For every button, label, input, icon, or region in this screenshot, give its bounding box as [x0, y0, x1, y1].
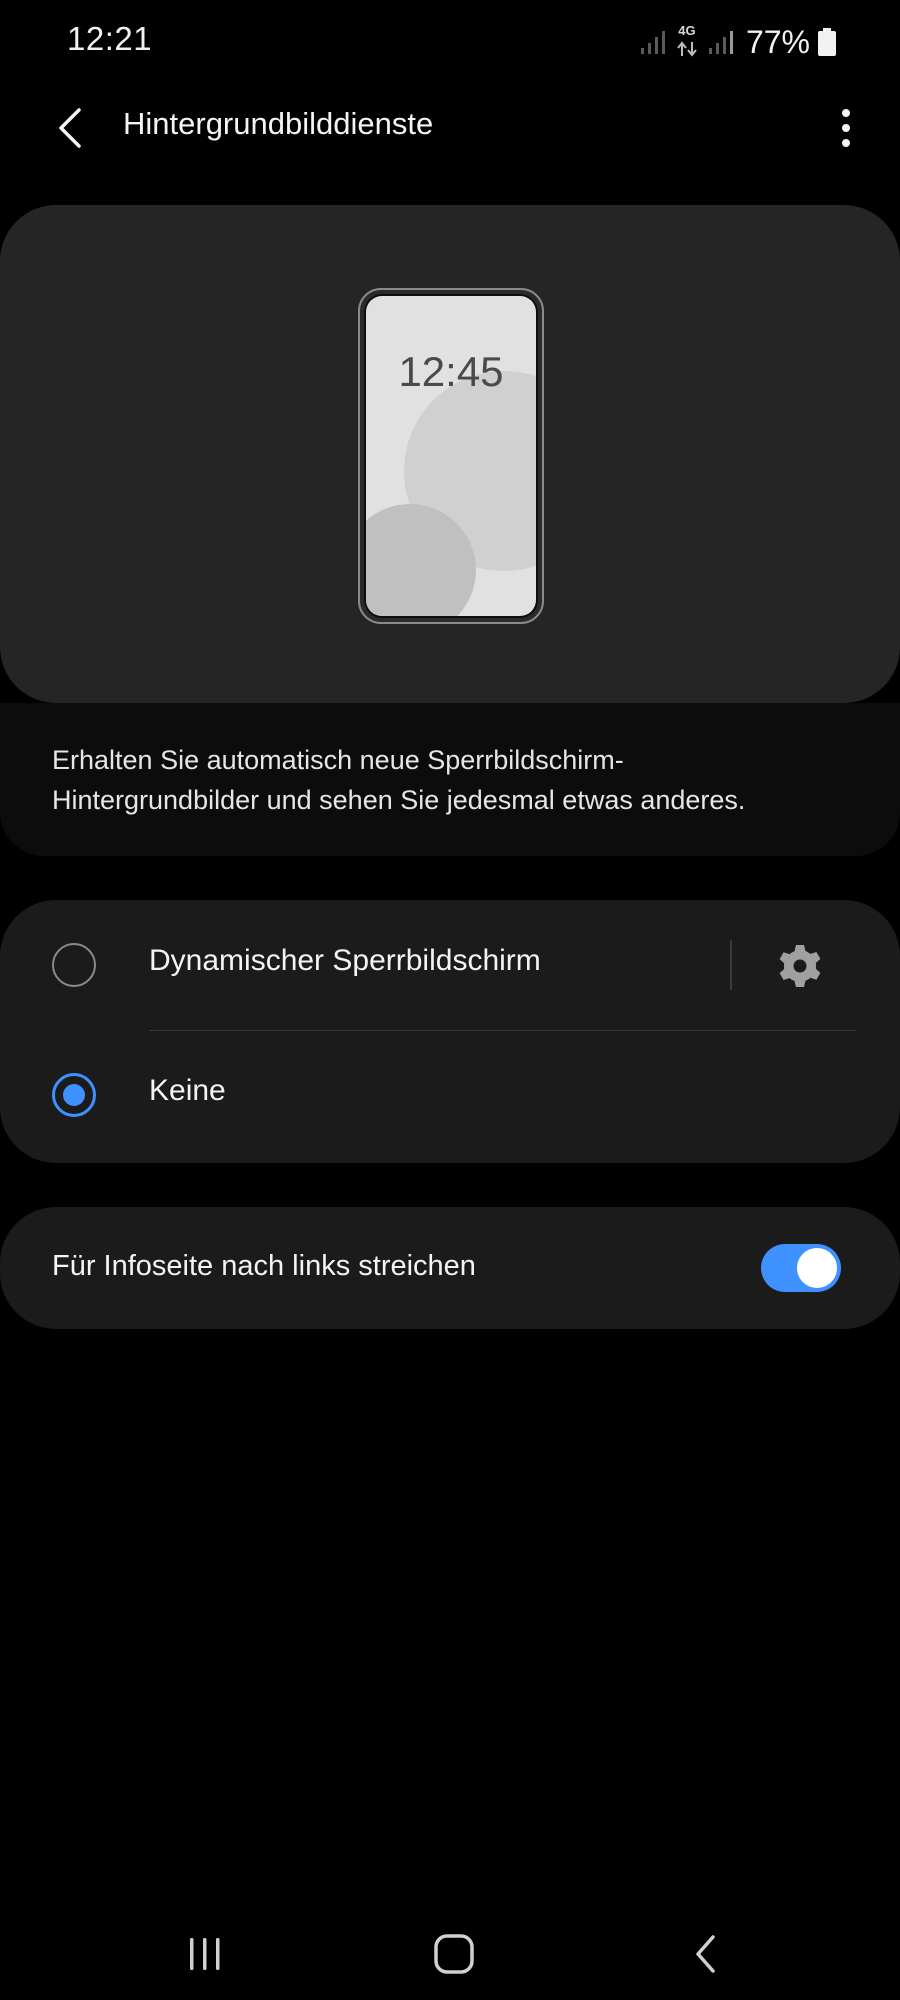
radio-button-selected[interactable]: [52, 1073, 96, 1117]
radio-button[interactable]: [52, 943, 96, 987]
back-button[interactable]: [44, 102, 96, 154]
recents-button[interactable]: [180, 1930, 230, 1978]
back-icon: [696, 1935, 715, 1973]
status-icons: 4G 77%: [640, 22, 836, 62]
option-none[interactable]: Keine: [0, 1030, 900, 1160]
signal-icon: [640, 29, 666, 55]
nav-back-button[interactable]: [680, 1928, 732, 1980]
vertical-divider: [730, 940, 732, 990]
more-options-button[interactable]: [820, 102, 872, 154]
option-label: Keine: [149, 1074, 226, 1107]
swipe-info-setting-card[interactable]: Für Infoseite nach links streichen: [0, 1207, 900, 1329]
recents-icon: [190, 1938, 220, 1970]
status-bar: 12:21 4G 77%: [0, 0, 900, 84]
dynamic-lockscreen-settings-button[interactable]: [772, 938, 828, 994]
gear-icon: [779, 945, 821, 987]
battery-icon: [818, 28, 836, 56]
option-dynamic-lockscreen[interactable]: Dynamischer Sperrbildschirm: [0, 900, 900, 1031]
toggle-knob: [795, 1246, 839, 1290]
option-label: Dynamischer Sperrbildschirm: [149, 944, 541, 977]
home-icon: [434, 1934, 474, 1974]
signal-icon: [708, 29, 734, 55]
page-title: Hintergrundbilddienste: [123, 106, 434, 141]
network-4g-icon: 4G: [674, 24, 700, 60]
swipe-info-label: Für Infoseite nach links streichen: [52, 1250, 476, 1282]
home-button[interactable]: [428, 1928, 480, 1980]
preview-clock: 12:45: [398, 348, 503, 395]
battery-percent: 77%: [745, 23, 810, 60]
swipe-info-toggle[interactable]: [761, 1244, 841, 1292]
more-vertical-icon: [842, 109, 850, 147]
description-card: Erhalten Sie automatisch neue Sperrbilds…: [0, 703, 900, 856]
phone-preview-illustration: 12:45: [358, 288, 544, 624]
status-time: 12:21: [67, 20, 153, 57]
app-header: Hintergrundbilddienste: [0, 84, 900, 170]
network-type-label: 4G: [678, 23, 696, 38]
wallpaper-preview-card: 12:45: [0, 205, 900, 703]
chevron-left-icon: [59, 108, 81, 148]
options-card: Dynamischer Sperrbildschirm Keine: [0, 900, 900, 1163]
radio-dot: [63, 1084, 85, 1106]
navigation-bar: [0, 1900, 900, 2000]
description-text: Erhalten Sie automatisch neue Sperrbilds…: [52, 745, 746, 815]
